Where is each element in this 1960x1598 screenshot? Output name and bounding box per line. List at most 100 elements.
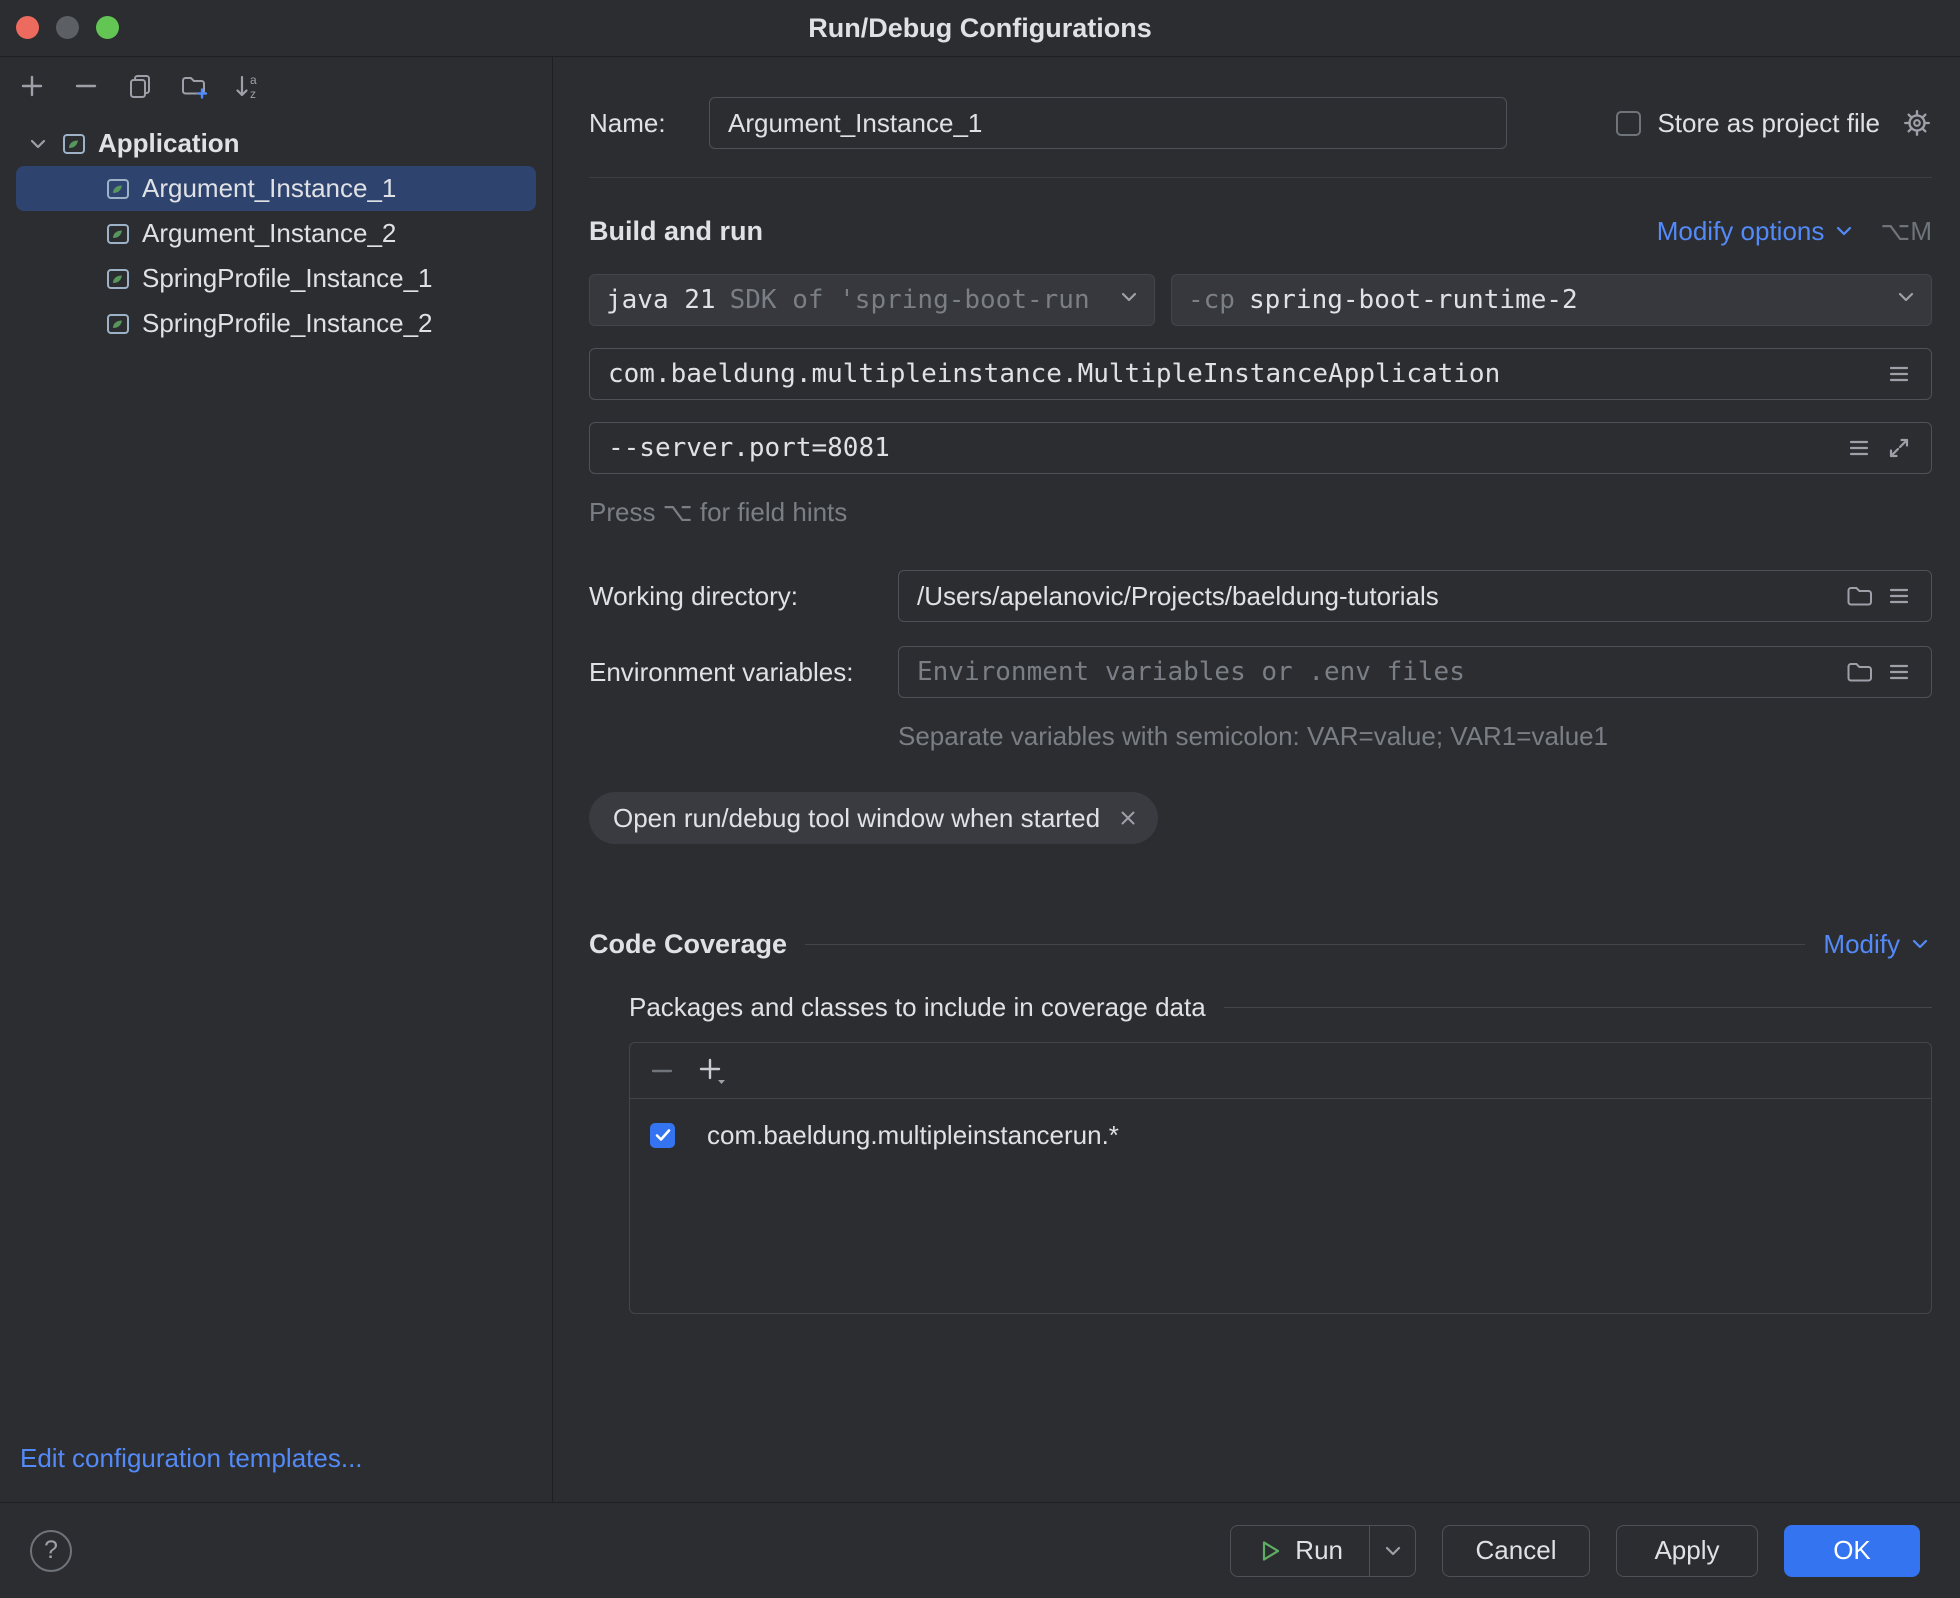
chip-label: Open run/debug tool window when started	[613, 803, 1100, 834]
run-icon	[1257, 1538, 1283, 1564]
tree-group-label: Application	[98, 128, 240, 159]
sort-configurations-button[interactable]: az	[230, 68, 266, 104]
cancel-button[interactable]: Cancel	[1442, 1525, 1590, 1577]
modify-options-link[interactable]: Modify options	[1657, 216, 1857, 247]
store-settings-button[interactable]	[1902, 108, 1932, 138]
minus-icon	[647, 1056, 677, 1086]
help-icon: ?	[44, 1536, 58, 1565]
tree-group-application[interactable]: Application	[16, 121, 536, 166]
coverage-entry-checkbox[interactable]	[650, 1123, 675, 1148]
configurations-sidebar: az Application Argument_Instance_1	[0, 57, 553, 1502]
modify-options-label: Modify options	[1657, 216, 1825, 247]
expand-icon	[1885, 434, 1913, 462]
close-window-button[interactable]	[16, 16, 39, 39]
name-input[interactable]	[709, 97, 1507, 149]
browse-main-class-button[interactable]	[1879, 354, 1919, 394]
spring-boot-config-icon	[104, 175, 132, 203]
section-divider	[589, 177, 1932, 178]
arguments-macros-button[interactable]	[1839, 428, 1879, 468]
spring-boot-config-icon	[104, 220, 132, 248]
browse-env-file-button[interactable]	[1839, 652, 1879, 692]
run-options-caret[interactable]	[1369, 1526, 1415, 1576]
browse-directory-button[interactable]	[1839, 576, 1879, 616]
dialog-footer: ? Run Cancel Apply OK	[0, 1502, 1960, 1598]
edit-configuration-templates-link[interactable]: Edit configuration templates...	[20, 1443, 552, 1474]
env-variables-editor-button[interactable]	[1879, 652, 1919, 692]
tree-item-springprofile-instance-2[interactable]: SpringProfile_Instance_2	[16, 301, 536, 346]
directory-macros-button[interactable]	[1879, 576, 1919, 616]
coverage-modify-link[interactable]: Modify	[1823, 929, 1932, 960]
jre-combobox[interactable]: java 21 SDK of 'spring-boot-run	[589, 274, 1155, 326]
spring-boot-config-icon	[104, 310, 132, 338]
spring-boot-config-icon	[60, 130, 88, 158]
remove-configuration-button[interactable]	[68, 68, 104, 104]
folder-icon	[1845, 658, 1873, 686]
list-icon	[1885, 658, 1913, 686]
configuration-form: Name: Store as project file Build and ru…	[553, 57, 1960, 1502]
field-hints-text: Press ⌥ for field hints	[589, 496, 1932, 528]
copy-configuration-button[interactable]	[122, 68, 158, 104]
plus-icon	[696, 1055, 728, 1087]
classpath-prefix: -cp	[1188, 285, 1235, 315]
titlebar: Run/Debug Configurations	[0, 0, 1960, 57]
remove-chip-button[interactable]	[1118, 808, 1138, 828]
copy-icon	[125, 71, 155, 101]
close-icon	[1118, 808, 1138, 828]
chevron-down-icon	[1908, 932, 1932, 956]
coverage-remove-button[interactable]	[644, 1053, 680, 1089]
run-split-button: Run	[1230, 1525, 1416, 1577]
coverage-entry-label: com.baeldung.multipleinstancerun.*	[707, 1120, 1119, 1151]
zoom-window-button[interactable]	[96, 16, 119, 39]
list-icon	[1885, 582, 1913, 610]
environment-variables-field	[898, 646, 1932, 698]
apply-button[interactable]: Apply	[1616, 1525, 1758, 1577]
coverage-toolbar	[630, 1043, 1931, 1099]
chevron-down-icon[interactable]	[16, 131, 60, 157]
main-class-field	[589, 348, 1932, 400]
tree-item-springprofile-instance-1[interactable]: SpringProfile_Instance_1	[16, 256, 536, 301]
environment-variables-input[interactable]	[905, 657, 1839, 687]
code-coverage-title: Code Coverage	[589, 929, 787, 960]
coverage-entry-row[interactable]: com.baeldung.multipleinstancerun.*	[630, 1113, 1931, 1157]
plus-icon	[17, 71, 47, 101]
run-button-label: Run	[1295, 1535, 1343, 1566]
coverage-add-button[interactable]	[694, 1053, 730, 1089]
tree-item-label: Argument_Instance_1	[142, 173, 396, 204]
tree-item-argument-instance-1[interactable]: Argument_Instance_1	[16, 166, 536, 211]
program-arguments-field	[589, 422, 1932, 474]
add-configuration-button[interactable]	[14, 68, 50, 104]
spring-boot-config-icon	[104, 265, 132, 293]
minus-icon	[71, 71, 101, 101]
working-directory-input[interactable]	[905, 581, 1839, 612]
coverage-modify-label: Modify	[1823, 929, 1900, 960]
tree-item-argument-instance-2[interactable]: Argument_Instance_2	[16, 211, 536, 256]
chevron-down-icon	[1381, 1539, 1405, 1563]
main-class-input[interactable]	[596, 359, 1879, 389]
program-arguments-input[interactable]	[596, 433, 1839, 463]
open-run-tool-window-chip: Open run/debug tool window when started	[589, 792, 1158, 844]
jre-detail: SDK of 'spring-boot-run	[730, 285, 1090, 315]
folder-icon	[1845, 582, 1873, 610]
build-and-run-title: Build and run	[589, 216, 763, 247]
run-button[interactable]: Run	[1231, 1526, 1369, 1576]
chevron-down-icon	[1832, 219, 1856, 243]
new-folder-button[interactable]	[176, 68, 212, 104]
tree-item-label: SpringProfile_Instance_2	[142, 308, 433, 339]
divider-line	[1224, 1007, 1932, 1008]
working-directory-label: Working directory:	[589, 581, 898, 612]
svg-text:a: a	[250, 73, 257, 87]
chevron-down-icon	[1116, 284, 1142, 310]
divider-line	[805, 944, 1805, 945]
new-folder-icon	[179, 71, 209, 101]
expand-arguments-button[interactable]	[1879, 428, 1919, 468]
environment-variables-hint: Separate variables with semicolon: VAR=v…	[898, 720, 1932, 752]
help-button[interactable]: ?	[30, 1530, 72, 1572]
ok-button[interactable]: OK	[1784, 1525, 1920, 1577]
traffic-lights	[16, 16, 119, 39]
store-as-project-file-checkbox[interactable]	[1616, 111, 1641, 136]
classpath-module-combobox[interactable]: -cp spring-boot-runtime-2	[1171, 274, 1932, 326]
check-icon	[653, 1125, 673, 1145]
environment-variables-label: Environment variables:	[589, 657, 898, 688]
name-label: Name:	[589, 108, 709, 139]
configurations-tree: Application Argument_Instance_1 Argument…	[0, 115, 552, 1443]
